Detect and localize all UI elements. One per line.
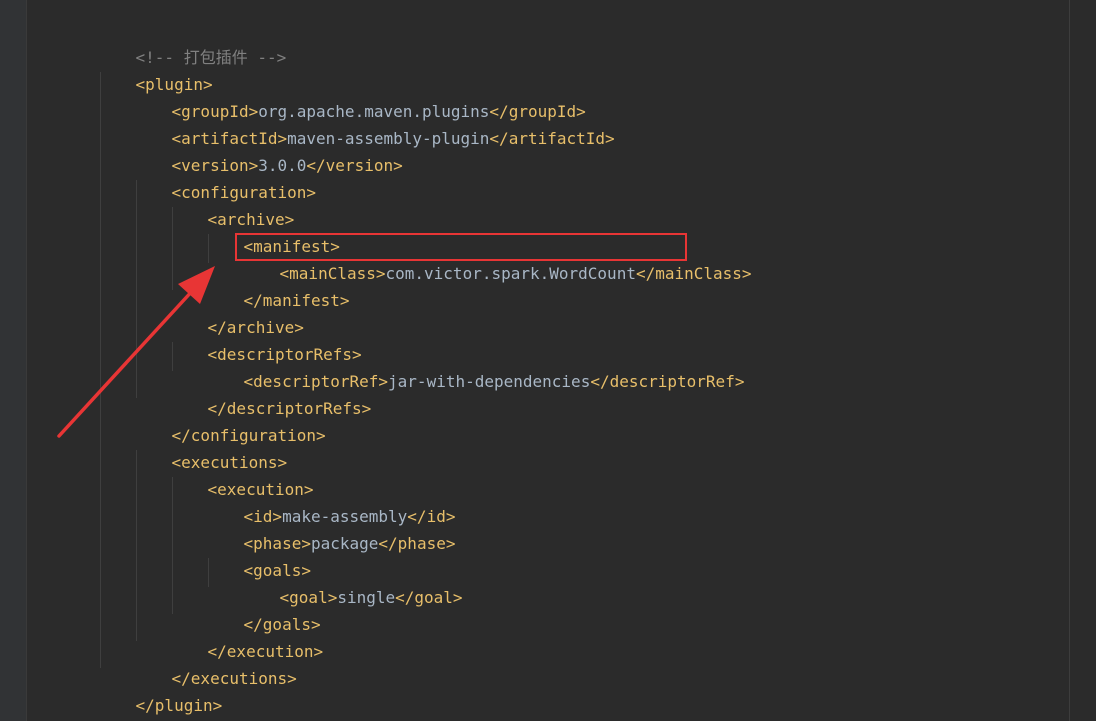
xml-tag: </plugin> bbox=[135, 696, 223, 715]
xml-tag: </goal> bbox=[395, 588, 463, 607]
code-line[interactable]: </goals> bbox=[205, 584, 321, 634]
code-line[interactable]: <plugin> bbox=[97, 44, 213, 94]
code-line[interactable]: <id>make-assembly</id> bbox=[205, 476, 456, 526]
right-margin-guide bbox=[1069, 0, 1070, 721]
code-line[interactable]: <groupId>org.apache.maven.plugins</group… bbox=[133, 71, 586, 121]
code-line[interactable]: <archive> bbox=[169, 179, 295, 229]
code-line[interactable]: </configuration> bbox=[133, 395, 326, 445]
code-line[interactable]: <goal>single</goal> bbox=[241, 557, 463, 607]
code-line[interactable]: </descriptorRefs> bbox=[169, 368, 372, 418]
code-line[interactable]: <goals> bbox=[205, 530, 311, 580]
xml-value: com.victor.spark.WordCount bbox=[385, 264, 636, 283]
code-line[interactable]: <manifest> bbox=[205, 206, 340, 256]
xml-tag: </descriptorRef> bbox=[590, 372, 745, 391]
xml-tag: </version> bbox=[306, 156, 403, 175]
code-line[interactable]: <version>3.0.0</version> bbox=[133, 125, 403, 175]
xml-value: jar-with-dependencies bbox=[388, 372, 591, 391]
highlight-box-annotation bbox=[235, 233, 687, 261]
code-line[interactable]: <!-- 打包插件 --> bbox=[97, 17, 287, 67]
xml-value: single bbox=[337, 588, 396, 607]
code-line[interactable]: <descriptorRef>jar-with-dependencies</de… bbox=[205, 341, 745, 391]
code-line[interactable]: </execution> bbox=[169, 611, 324, 661]
code-line[interactable]: <execution> bbox=[169, 449, 314, 499]
xml-tag: </artifactId> bbox=[489, 129, 615, 148]
xml-tag: </phase> bbox=[378, 534, 456, 553]
code-line[interactable]: <configuration> bbox=[133, 152, 317, 202]
code-line[interactable]: <phase>package</phase> bbox=[205, 503, 456, 553]
editor-gutter bbox=[0, 0, 27, 721]
code-line[interactable]: </executions> bbox=[133, 638, 297, 688]
code-line[interactable]: <artifactId>maven-assembly-plugin</artif… bbox=[133, 98, 615, 148]
code-line[interactable]: <descriptorRefs> bbox=[169, 314, 362, 364]
code-line[interactable]: </plugin> bbox=[97, 665, 223, 715]
code-line[interactable]: </manifest> bbox=[205, 260, 350, 310]
code-line[interactable]: </archive> bbox=[169, 287, 304, 337]
xml-value: package bbox=[310, 534, 379, 553]
code-editor[interactable]: <!-- 打包插件 --> <plugin> <groupId>org.apac… bbox=[0, 0, 1096, 721]
code-line[interactable]: <executions> bbox=[133, 422, 288, 472]
xml-tag: </mainClass> bbox=[635, 264, 752, 283]
indent-guide bbox=[100, 72, 101, 668]
